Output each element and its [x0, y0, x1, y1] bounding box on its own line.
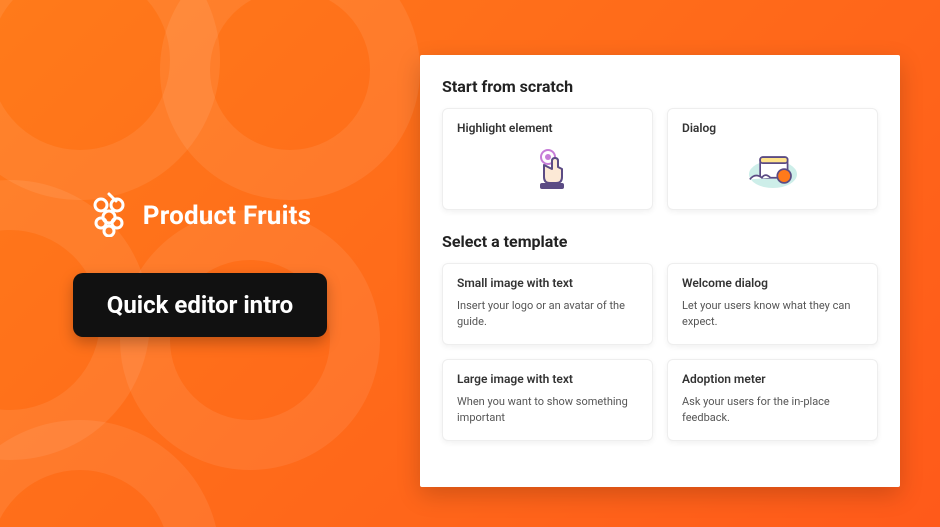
- card-dialog[interactable]: Dialog: [667, 108, 878, 210]
- card-title: Small image with text: [457, 276, 638, 290]
- scratch-grid: Highlight element Dialog: [442, 108, 878, 210]
- card-desc: Ask your users for the in-place feedback…: [682, 394, 863, 426]
- hero-left: Product Fruits Quick editor intro: [0, 0, 400, 527]
- banner-title: Quick editor intro: [73, 273, 327, 337]
- templates-grid: Small image with text Insert your logo o…: [442, 263, 878, 441]
- card-title: Adoption meter: [682, 372, 863, 386]
- section-heading-templates: Select a template: [442, 232, 878, 251]
- card-desc: Insert your logo or an avatar of the gui…: [457, 298, 638, 330]
- promo-stage: Product Fruits Quick editor intro Start …: [0, 0, 940, 527]
- card-title: Large image with text: [457, 372, 638, 386]
- card-title: Highlight element: [457, 121, 553, 135]
- tap-hand-icon: [518, 145, 578, 195]
- card-title: Welcome dialog: [682, 276, 863, 290]
- section-heading-scratch: Start from scratch: [442, 77, 878, 96]
- brand: Product Fruits: [89, 191, 311, 241]
- card-large-image-with-text[interactable]: Large image with text When you want to s…: [442, 359, 653, 441]
- card-title: Dialog: [682, 121, 716, 135]
- card-adoption-meter[interactable]: Adoption meter Ask your users for the in…: [667, 359, 878, 441]
- grapes-icon: [89, 191, 129, 241]
- browser-sun-icon: [743, 145, 803, 195]
- card-welcome-dialog[interactable]: Welcome dialog Let your users know what …: [667, 263, 878, 345]
- card-small-image-with-text[interactable]: Small image with text Insert your logo o…: [442, 263, 653, 345]
- editor-panel: Start from scratch Highlight element Dia…: [420, 55, 900, 487]
- card-highlight-element[interactable]: Highlight element: [442, 108, 653, 210]
- card-desc: Let your users know what they can expect…: [682, 298, 863, 330]
- card-desc: When you want to show something importan…: [457, 394, 638, 426]
- brand-name: Product Fruits: [143, 201, 311, 231]
